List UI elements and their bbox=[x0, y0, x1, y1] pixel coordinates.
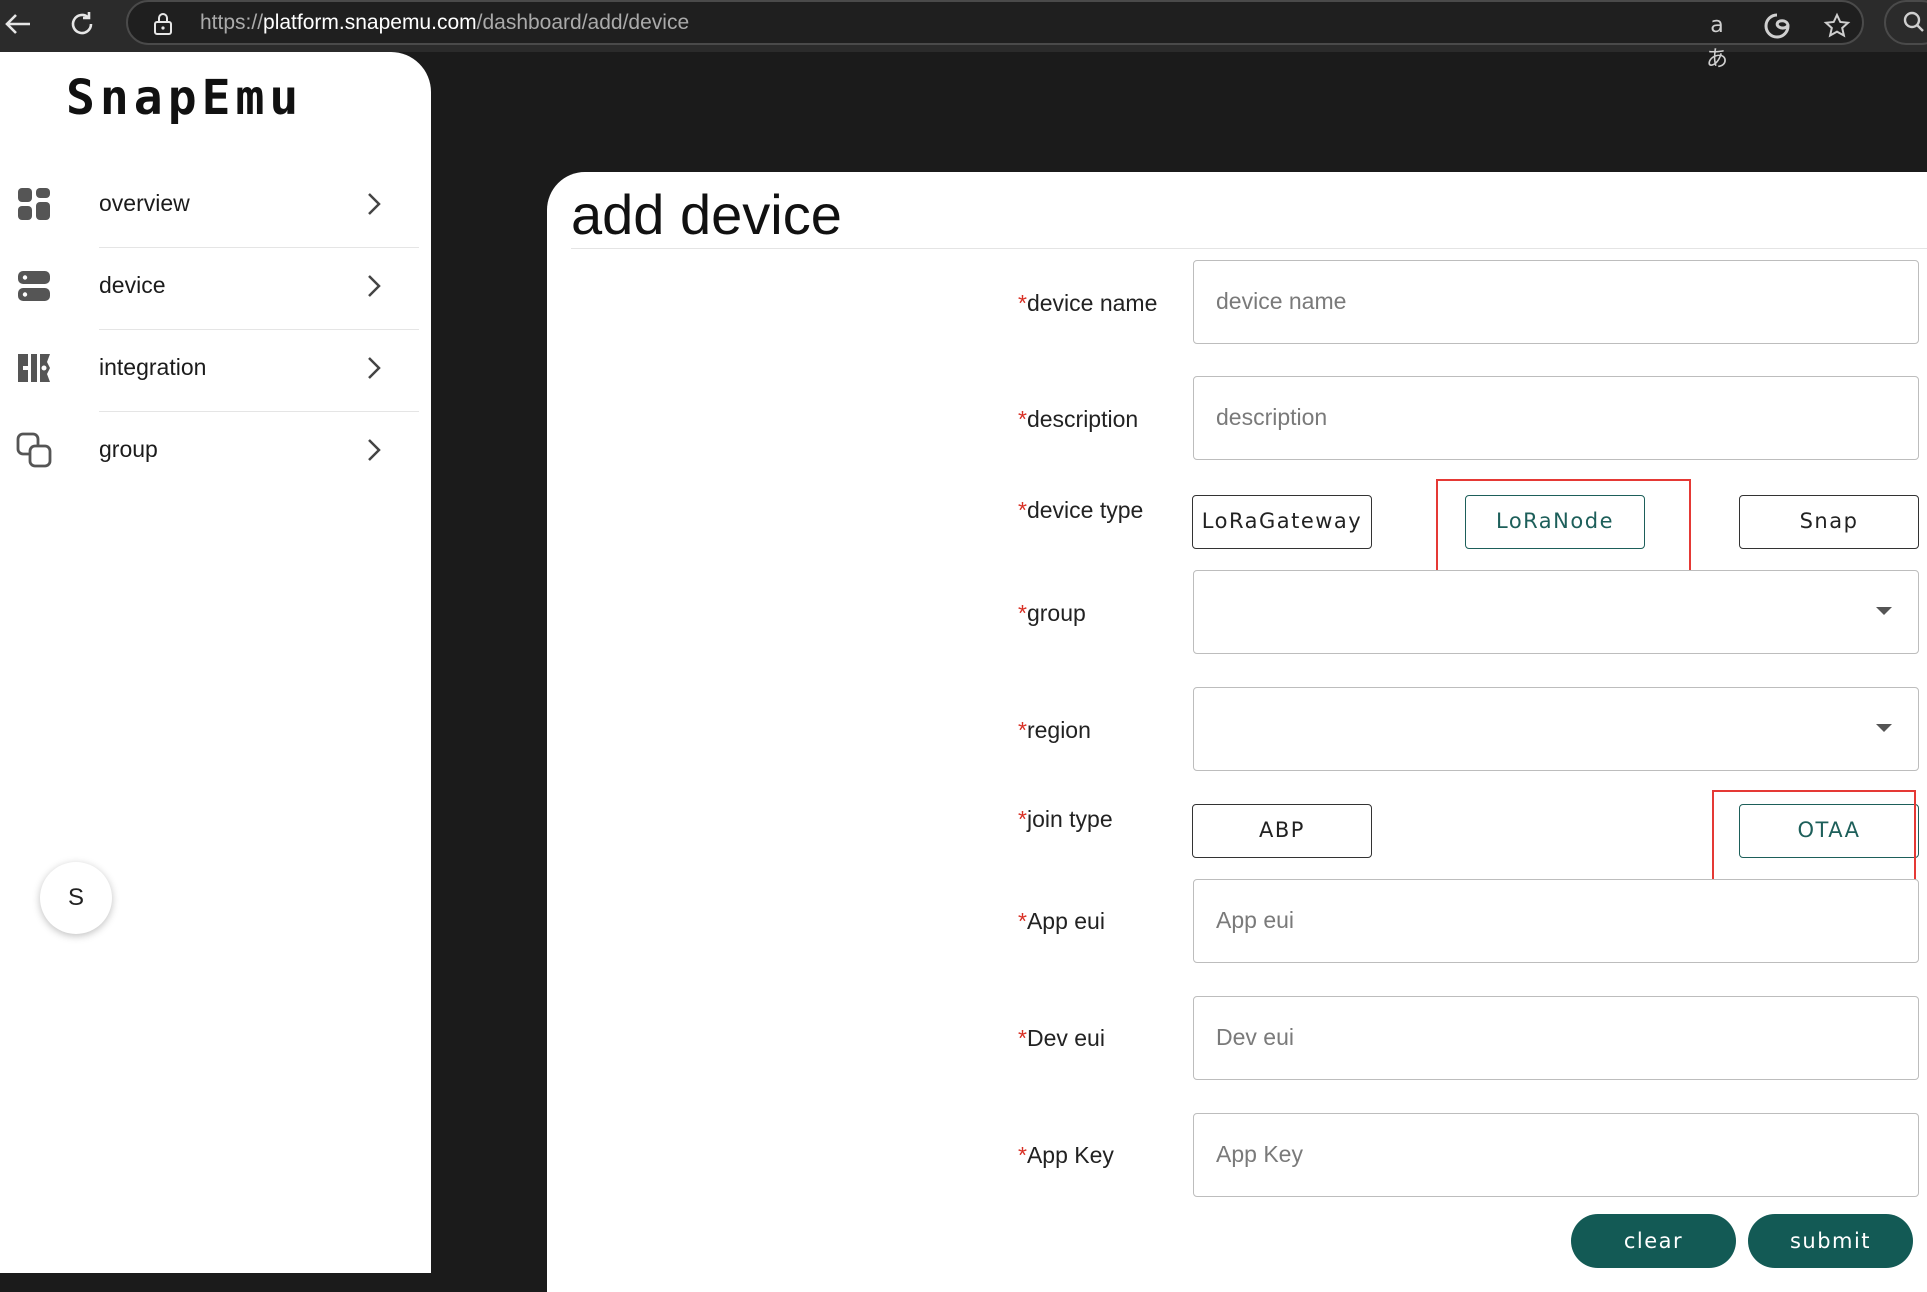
device-name-field[interactable] bbox=[1193, 260, 1919, 344]
divider bbox=[571, 248, 1927, 249]
edge-icon[interactable] bbox=[1760, 9, 1794, 43]
field-label-text: description bbox=[1026, 406, 1139, 432]
description-input[interactable] bbox=[1194, 377, 1896, 457]
region-label: *region bbox=[1018, 717, 1091, 744]
device-type-lora-gateway-button[interactable]: LoRaGateway bbox=[1192, 495, 1372, 549]
dropdown-caret-icon bbox=[1876, 724, 1892, 732]
app-logo[interactable]: SnapEmu bbox=[66, 70, 303, 126]
description-field[interactable] bbox=[1193, 376, 1919, 460]
highlight-box bbox=[1712, 790, 1916, 886]
dev-eui-field[interactable] bbox=[1193, 996, 1919, 1080]
required-mark: * bbox=[1018, 290, 1027, 316]
field-label-text: App eui bbox=[1026, 908, 1105, 934]
field-label-text: join type bbox=[1026, 806, 1113, 832]
dev-eui-label: *Dev eui bbox=[1018, 1025, 1105, 1052]
url-scheme: https:// bbox=[200, 11, 264, 34]
required-mark: * bbox=[1018, 1025, 1027, 1051]
group-squares-icon bbox=[16, 432, 52, 468]
favorite-star-icon[interactable] bbox=[1820, 9, 1854, 43]
field-label-text: group bbox=[1026, 600, 1086, 626]
overview-grid-icon bbox=[18, 188, 50, 220]
dev-eui-input[interactable] bbox=[1194, 997, 1896, 1077]
region-select[interactable] bbox=[1193, 687, 1919, 771]
device-name-input[interactable] bbox=[1194, 261, 1896, 341]
description-label: *description bbox=[1018, 406, 1138, 433]
url-path: /dashboard/add/device bbox=[476, 11, 690, 34]
sidebar-item-label: overview bbox=[99, 190, 190, 216]
app-eui-field[interactable] bbox=[1193, 879, 1919, 963]
highlight-box bbox=[1436, 479, 1691, 576]
chevron-right-icon bbox=[368, 357, 381, 379]
app-key-input[interactable] bbox=[1194, 1114, 1896, 1194]
address-url: https://platform.snapemu.com/dashboard/a… bbox=[200, 11, 689, 35]
required-mark: * bbox=[1018, 717, 1027, 743]
required-mark: * bbox=[1018, 806, 1027, 832]
reload-icon[interactable] bbox=[64, 6, 100, 42]
device-name-label: *device name bbox=[1018, 290, 1157, 317]
app-eui-label: *App eui bbox=[1018, 908, 1105, 935]
sidebar-item-group[interactable]: group bbox=[0, 412, 420, 494]
search-icon[interactable] bbox=[1884, 0, 1927, 45]
sidebar-item-device[interactable]: device bbox=[0, 248, 420, 330]
required-mark: * bbox=[1018, 1142, 1027, 1168]
device-type-snap-button[interactable]: Snap bbox=[1739, 495, 1919, 549]
clear-button[interactable]: clear bbox=[1571, 1214, 1736, 1268]
browser-toolbar: https://platform.snapemu.com/dashboard/a… bbox=[0, 0, 1927, 72]
submit-button[interactable]: submit bbox=[1748, 1214, 1913, 1268]
field-label-text: region bbox=[1026, 717, 1091, 743]
dropdown-caret-icon bbox=[1876, 607, 1892, 615]
field-label-text: Dev eui bbox=[1026, 1025, 1105, 1051]
user-avatar-button[interactable]: S bbox=[40, 862, 112, 934]
join-type-abp-button[interactable]: ABP bbox=[1192, 804, 1372, 858]
group-select[interactable] bbox=[1193, 570, 1919, 654]
required-mark: * bbox=[1018, 908, 1027, 934]
required-mark: * bbox=[1018, 497, 1027, 523]
sidebar-item-overview[interactable]: overview bbox=[0, 166, 420, 248]
page-title: add device bbox=[571, 183, 842, 246]
lock-icon[interactable] bbox=[152, 12, 174, 36]
required-mark: * bbox=[1018, 406, 1027, 432]
app-key-label: *App Key bbox=[1018, 1142, 1114, 1169]
field-label-text: device type bbox=[1026, 497, 1144, 523]
device-type-label: *device type bbox=[1018, 497, 1143, 524]
address-bar[interactable]: https://platform.snapemu.com/dashboard/a… bbox=[126, 0, 1864, 72]
chevron-right-icon bbox=[368, 275, 381, 297]
app-eui-input[interactable] bbox=[1194, 880, 1896, 960]
sidebar-item-label: group bbox=[99, 436, 158, 462]
app-key-field[interactable] bbox=[1193, 1113, 1919, 1197]
add-device-card: add device *device name *description *de… bbox=[547, 172, 1927, 1292]
join-type-label: *join type bbox=[1018, 806, 1113, 833]
integration-icon bbox=[18, 354, 50, 382]
sidebar-item-integration[interactable]: integration bbox=[0, 330, 420, 412]
chevron-right-icon bbox=[368, 439, 381, 461]
field-label-text: App Key bbox=[1026, 1142, 1114, 1168]
group-label: *group bbox=[1018, 600, 1086, 627]
back-arrow-icon[interactable] bbox=[0, 6, 36, 42]
chevron-right-icon bbox=[368, 193, 381, 215]
url-domain: platform.snapemu.com bbox=[263, 11, 477, 34]
device-server-icon bbox=[18, 271, 50, 301]
read-aloud-icon[interactable]: aあ bbox=[1700, 9, 1734, 72]
sidebar: SnapEmu overview device integration grou… bbox=[0, 52, 431, 1273]
sidebar-item-label: device bbox=[99, 272, 166, 298]
field-label-text: device name bbox=[1026, 290, 1158, 316]
sidebar-item-label: integration bbox=[99, 354, 207, 380]
required-mark: * bbox=[1018, 600, 1027, 626]
